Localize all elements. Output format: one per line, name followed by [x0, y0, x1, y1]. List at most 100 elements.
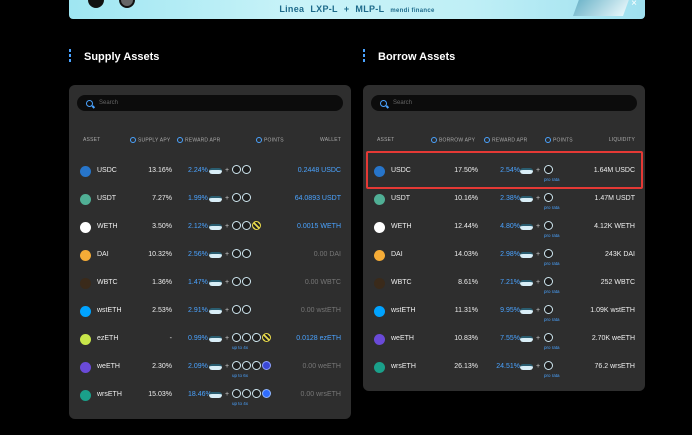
table-row[interactable]: ezETH - 0.99% + up to 4x 0.0128 ezETH: [69, 333, 351, 361]
pro-rata-note: pro rata: [544, 289, 560, 294]
token-icon: [80, 306, 91, 317]
section-marker-icon: [363, 49, 365, 64]
token-icon: [374, 250, 385, 261]
borrow-apy: 8.61%: [458, 279, 478, 286]
close-icon[interactable]: ×: [631, 0, 637, 9]
reward-apr: 2.98%: [500, 251, 520, 258]
reward-token-icon: [209, 280, 222, 286]
reward-token-icon: [209, 336, 222, 342]
supply-apy: 3.50%: [152, 223, 172, 230]
table-row[interactable]: weETH 10.83% 7.55% + pro rata 2.70K weETH: [363, 333, 645, 361]
borrow-search-input[interactable]: Search: [371, 95, 637, 111]
points-token-icon: [262, 389, 271, 398]
asset-name: weETH: [391, 335, 414, 342]
borrow-panel: Search ASSET BORROW APY REWARD APR POINT…: [363, 85, 645, 391]
plus-sign: +: [225, 251, 230, 258]
supply-search-input[interactable]: Search: [77, 95, 343, 111]
asset-name: wrsETH: [391, 363, 416, 370]
plus-sign: +: [225, 223, 230, 230]
points-token-icon: [544, 361, 553, 370]
col-reward-apr-label: REWARD APR: [185, 137, 221, 144]
points-icons: [232, 165, 251, 174]
plus-sign: +: [536, 223, 541, 230]
points-token-icon: [232, 221, 241, 230]
info-icon[interactable]: [545, 137, 551, 143]
points-token-icon: [252, 333, 261, 342]
borrow-apy: 10.16%: [454, 195, 478, 202]
table-row[interactable]: wstETH 11.31% 9.95% + pro rata 1.09K wstETH: [363, 305, 645, 333]
col-reward-apr[interactable]: REWARD APR: [177, 137, 220, 143]
token-icon: [80, 166, 91, 177]
col-points[interactable]: POINTS: [545, 137, 573, 143]
table-row[interactable]: wrsETH 15.03% 18.46% + up to 4x 0.00 wrsETH: [69, 389, 351, 417]
plus-sign: +: [536, 251, 541, 258]
reward-apr: 2.38%: [500, 195, 520, 202]
info-icon[interactable]: [256, 137, 262, 143]
table-row[interactable]: WBTC 1.36% 1.47% +0.00 WBTC: [69, 277, 351, 305]
token-icon: [80, 250, 91, 261]
plus-sign: +: [225, 335, 230, 342]
table-row[interactable]: USDT 7.27% 1.99% +64.0893 USDT: [69, 193, 351, 221]
reward-apr: 7.55%: [500, 335, 520, 342]
points-icons: [544, 333, 553, 342]
pro-rata-note: pro rata: [544, 233, 560, 238]
info-icon[interactable]: [177, 137, 183, 143]
info-icon[interactable]: [130, 137, 136, 143]
token-icon: [80, 390, 91, 401]
token-icon: [374, 166, 385, 177]
col-points[interactable]: POINTS: [256, 137, 284, 143]
table-row[interactable]: DAI 14.03% 2.98% + pro rata 243K DAI: [363, 249, 645, 277]
supply-apy: 1.36%: [152, 279, 172, 286]
promo-lxp: LXP-L: [310, 4, 338, 14]
wallet-balance: 64.0893 USDT: [294, 195, 341, 202]
promo-partner: mendi finance: [390, 8, 435, 14]
reward-apr: 0.99%: [188, 335, 208, 342]
asset-name: WETH: [391, 223, 412, 230]
supply-apy: 2.53%: [152, 307, 172, 314]
table-row[interactable]: weETH 2.30% 2.09% + up to 6x 0.00 weETH: [69, 361, 351, 389]
col-asset[interactable]: ASSET: [377, 137, 394, 143]
points-token-icon: [262, 361, 271, 370]
table-row[interactable]: wstETH 2.53% 2.91% +0.00 wstETH: [69, 305, 351, 333]
table-row[interactable]: wrsETH 26.13% 24.51% + pro rata 76.2 wrsETH: [363, 361, 645, 389]
multiplier-note: up to 6x: [232, 373, 249, 378]
col-borrow-apy-label: BORROW APY: [439, 137, 476, 144]
reward-token-icon: [209, 392, 222, 398]
table-row[interactable]: DAI 10.32% 2.56% +0.00 DAI: [69, 249, 351, 277]
reward-apr: 7.21%: [500, 279, 520, 286]
table-row[interactable]: USDC 13.16% 2.24% +0.2448 USDC: [69, 165, 351, 193]
search-icon: [86, 99, 93, 107]
col-reward-apr[interactable]: REWARD APR: [484, 137, 527, 143]
col-supply-apy[interactable]: SUPPLY APY: [130, 137, 170, 143]
borrow-apy: 17.50%: [454, 167, 478, 174]
col-points-label: POINTS: [553, 137, 573, 144]
promo-banner[interactable]: Linea LXP-L + MLP-L mendi finance ×: [69, 0, 645, 19]
wallet-balance: 0.00 DAI: [313, 251, 341, 258]
liquidity-value: 243K DAI: [605, 251, 635, 258]
pro-rata-note: pro rata: [544, 205, 560, 210]
reward-token-icon: [520, 168, 533, 174]
table-row[interactable]: WBTC 8.61% 7.21% + pro rata 252 WBTC: [363, 277, 645, 305]
table-row[interactable]: USDT 10.16% 2.38% + pro rata 1.47M USDT: [363, 193, 645, 221]
reward-token-icon: [520, 196, 533, 202]
supply-apy: 7.27%: [152, 195, 172, 202]
info-icon[interactable]: [484, 137, 490, 143]
asset-name: USDT: [391, 195, 411, 202]
multiplier-note: up to 4x: [232, 401, 249, 406]
liquidity-value: 1.64M USDC: [593, 167, 635, 174]
plus-sign: +: [536, 335, 541, 342]
info-icon[interactable]: [431, 137, 437, 143]
col-liquidity[interactable]: LIQUIDITY: [609, 137, 635, 143]
reward-token-icon: [209, 196, 222, 202]
col-asset[interactable]: ASSET: [83, 137, 100, 143]
col-borrow-apy[interactable]: BORROW APY: [431, 137, 475, 143]
liquidity-value: 4.12K WETH: [594, 223, 635, 230]
col-wallet[interactable]: WALLET: [320, 137, 341, 143]
plus-sign: +: [225, 195, 230, 202]
table-row[interactable]: WETH 12.44% 4.80% + pro rata 4.12K WETH: [363, 221, 645, 249]
reward-token-icon: [520, 224, 533, 230]
reward-token-icon: [209, 224, 222, 230]
table-row[interactable]: WETH 3.50% 2.12% +0.0015 WETH: [69, 221, 351, 249]
pro-rata-note: pro rata: [544, 345, 560, 350]
table-row[interactable]: USDC 17.50% 2.54% + pro rata 1.64M USDC: [363, 165, 645, 193]
